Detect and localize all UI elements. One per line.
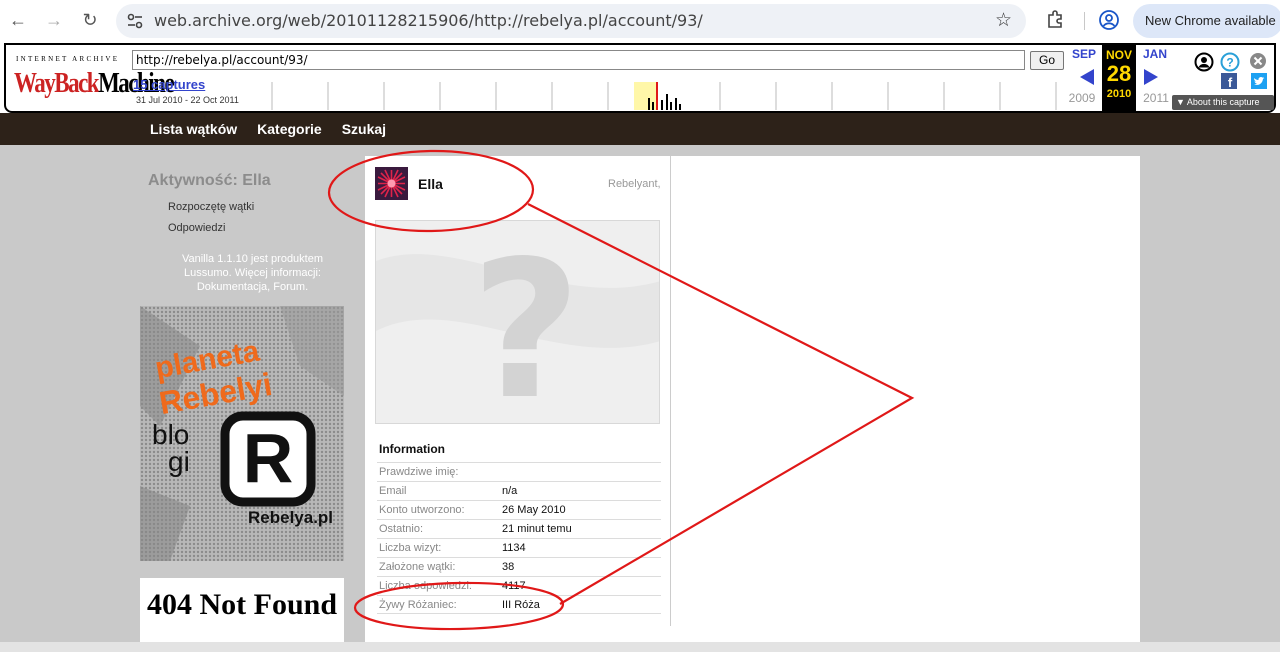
activity-title: Aktywność: Ella: [148, 172, 271, 189]
not-found-box: 404 Not Found: [140, 578, 344, 642]
nav-thread-list[interactable]: Lista wątków: [150, 121, 237, 137]
site-nav: Lista wątków Kategorie Szukaj: [150, 121, 386, 137]
svg-text:f: f: [1228, 75, 1233, 89]
started-threads-link[interactable]: Rozpoczętę wątki: [168, 201, 254, 213]
wayback-logo-caption: INTERNET ARCHIVE: [16, 55, 120, 63]
info-key: Ostatnio:: [379, 523, 424, 535]
info-value: 38: [502, 561, 515, 573]
info-value: III Róża: [502, 599, 540, 611]
capture-range: 31 Jul 2010 - 22 Oct 2011: [136, 95, 239, 105]
info-key: Założone wątki:: [379, 561, 456, 573]
banner-gi: gi: [168, 446, 190, 477]
profile-picture-placeholder: ?: [375, 220, 660, 424]
info-key: Liczba odpowiedzi:: [379, 580, 472, 592]
info-key: Żywy Różaniec:: [379, 599, 457, 611]
info-key: Email: [379, 485, 407, 497]
info-value: 4117: [502, 580, 526, 592]
facebook-icon[interactable]: f: [1221, 73, 1237, 89]
prev-month-label[interactable]: SEP: [1064, 47, 1104, 61]
info-row: Założone wątki: 38: [377, 557, 661, 576]
reload-icon[interactable]: ↻: [78, 8, 102, 32]
info-row: Konto utworzono: 26 May 2010: [377, 500, 661, 519]
site-info-icon[interactable]: [126, 12, 144, 30]
info-row: Ostatnio: 21 minut temu: [377, 519, 661, 538]
not-found-text: 404 Not Found: [146, 588, 338, 621]
banner-rebelya: Rebelya.pl: [248, 508, 333, 527]
svg-text:R: R: [243, 419, 294, 497]
info-key: Prawdziwe imię:: [379, 466, 459, 478]
info-value: 1134: [502, 542, 526, 554]
info-value: 26 May 2010: [502, 504, 566, 516]
about-capture-button[interactable]: ▼ About this capture: [1172, 95, 1274, 110]
address-url[interactable]: web.archive.org/web/20101128215906/http:…: [154, 11, 703, 30]
about-capture-label: About this capture: [1186, 97, 1260, 107]
help-icon[interactable]: ?: [1220, 52, 1240, 72]
next-year-label[interactable]: 2011: [1136, 91, 1176, 105]
question-mark-icon: ?: [376, 221, 659, 424]
page-body: Aktywność: Ella Rozpoczętę wątki Odpowie…: [0, 145, 1280, 642]
forward-icon[interactable]: →: [42, 8, 66, 32]
browser-toolbar: ← → ↻ web.archive.org/web/20101128215906…: [0, 0, 1280, 42]
user-role: Rebelyant,: [608, 178, 661, 190]
info-value: 21 minut temu: [502, 523, 572, 535]
bookmark-star-icon[interactable]: ☆: [995, 9, 1012, 32]
account-icon[interactable]: [1194, 52, 1214, 72]
captures-link[interactable]: 15 captures: [133, 77, 205, 92]
column-divider: [670, 156, 671, 626]
profile-panel: Ella Rebelyant, ? Information Prawdziwe …: [365, 156, 1140, 642]
extensions-icon[interactable]: [1045, 9, 1065, 29]
svg-text:?: ?: [1226, 56, 1233, 70]
site-header: Lista wątków Kategorie Szukaj: [0, 113, 1280, 145]
next-capture-arrow-icon[interactable]: [1144, 69, 1158, 85]
profile-icon[interactable]: [1098, 9, 1120, 31]
prev-capture-arrow-icon[interactable]: [1080, 69, 1094, 85]
information-table: Prawdziwe imię: Email n/a Konto utworzono…: [377, 462, 661, 614]
info-row: Liczba wizyt: 1134: [377, 538, 661, 557]
info-row: Żywy Różaniec: III Róża: [377, 595, 661, 614]
vanilla-credit: Vanilla 1.1.10 jest produktem Lussumo. W…: [181, 253, 324, 293]
info-row: Liczba odpowiedzi: 4117: [377, 576, 661, 595]
user-name: Ella: [418, 176, 443, 192]
back-icon[interactable]: ←: [6, 8, 30, 32]
info-key: Liczba wizyt:: [379, 542, 442, 554]
nav-categories[interactable]: Kategorie: [257, 121, 322, 137]
close-icon[interactable]: [1249, 52, 1267, 70]
info-row: Email n/a: [377, 481, 661, 500]
twitter-icon[interactable]: [1251, 73, 1267, 89]
avatar[interactable]: [375, 167, 408, 200]
wayback-url-input[interactable]: http://rebelya.pl/account/93/: [132, 50, 1025, 70]
svg-text:?: ?: [471, 221, 581, 424]
wayback-toolbar: INTERNET ARCHIVE WayBackMachine http://r…: [4, 43, 1276, 113]
nav-search[interactable]: Szukaj: [342, 121, 386, 137]
page-bottom-strip: [0, 642, 1280, 652]
planeta-rebelyi-banner[interactable]: planeta Rebelyi blo gi R Rebelya.pl: [140, 306, 344, 561]
next-month-label[interactable]: JAN: [1135, 47, 1175, 61]
current-year: 2010: [1106, 88, 1132, 100]
info-value: n/a: [502, 485, 518, 497]
wayback-go-button[interactable]: Go: [1030, 51, 1064, 70]
chrome-update-button[interactable]: New Chrome available: [1133, 4, 1280, 38]
capture-sparkline[interactable]: [268, 80, 1064, 110]
current-capture-date: NOV 28 2010: [1102, 45, 1136, 111]
info-key: Konto utworzono:: [379, 504, 465, 516]
current-month: NOV: [1105, 48, 1132, 62]
toolbar-divider: [1084, 12, 1085, 30]
current-day: 28: [1106, 61, 1132, 86]
info-row: Prawdziwe imię:: [377, 462, 661, 481]
prev-year-label[interactable]: 2009: [1062, 91, 1102, 105]
address-bar[interactable]: web.archive.org/web/20101128215906/http:…: [116, 4, 1026, 38]
banner-graphic: planeta Rebelyi blo gi R Rebelya.pl: [140, 306, 344, 561]
replies-link[interactable]: Odpowiedzi: [168, 222, 225, 234]
information-heading: Information: [379, 442, 445, 456]
